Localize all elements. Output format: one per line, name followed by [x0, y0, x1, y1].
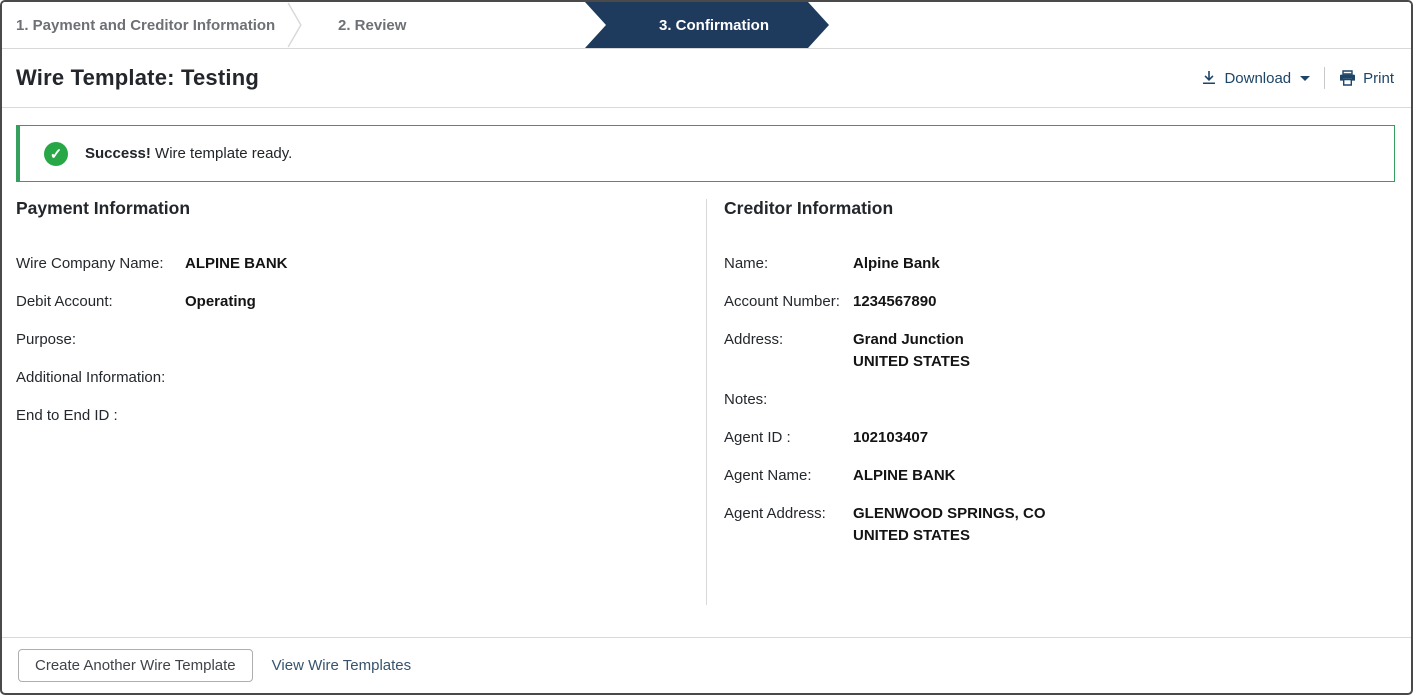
creditor-information-heading: Creditor Information	[724, 198, 894, 218]
field-value-line2: UNITED STATES	[853, 527, 970, 544]
field-purpose: Purpose:	[16, 331, 77, 348]
header-actions: Download Print	[1201, 67, 1394, 89]
field-notes: Notes:	[724, 391, 768, 408]
column-divider	[706, 199, 707, 605]
field-value-line1: GLENWOOD SPRINGS, CO	[853, 505, 1046, 522]
field-agent-address: Agent Address: GLENWOOD SPRINGS, CO UNIT…	[724, 503, 1411, 547]
alert-text: Success! Wire template ready.	[85, 145, 292, 162]
field-value-line2: UNITED STATES	[853, 353, 970, 370]
field-value-line1: Grand Junction	[853, 331, 964, 348]
payment-information-panel: Payment Information Wire Company Name: A…	[2, 182, 706, 637]
alert-title: Success!	[85, 145, 151, 162]
field-wire-company-name: Wire Company Name: ALPINE BANK	[16, 253, 706, 275]
field-agent-id: Agent ID : 102103407	[724, 427, 1411, 449]
step-review[interactable]: 2. Review	[305, 2, 465, 48]
page-header: Wire Template: Testing Download Print	[2, 49, 1411, 108]
field-creditor-name: Name: Alpine Bank	[724, 253, 1411, 275]
footer-actions-bar: Create Another Wire Template View Wire T…	[2, 637, 1411, 693]
field-value: 102103407	[853, 429, 929, 446]
field-value: Operating	[185, 293, 256, 310]
page-title: Wire Template: Testing	[16, 65, 259, 90]
field-value: Alpine Bank	[853, 255, 940, 272]
create-another-wire-template-button[interactable]: Create Another Wire Template	[18, 649, 253, 682]
caret-down-icon	[1300, 75, 1311, 81]
field-additional-information: Additional Information:	[16, 369, 166, 386]
download-label: Download	[1224, 69, 1292, 87]
payment-information-heading: Payment Information	[16, 198, 191, 218]
creditor-information-panel: Creditor Information Name: Alpine Bank A…	[706, 182, 1411, 637]
step-payment-and-creditor-information[interactable]: 1. Payment and Creditor Information	[2, 2, 285, 48]
success-alert: ✓ Success! Wire template ready.	[16, 125, 1395, 182]
print-button[interactable]: Print	[1339, 70, 1394, 87]
wire-template-confirmation-page: 1. Payment and Creditor Information 2. R…	[0, 0, 1413, 695]
view-wire-templates-link[interactable]: View Wire Templates	[272, 657, 412, 674]
download-button[interactable]: Download	[1201, 69, 1311, 87]
field-value: ALPINE BANK	[185, 255, 288, 272]
success-check-icon: ✓	[44, 141, 68, 166]
step-label: 2. Review	[338, 16, 407, 34]
field-value: 1234567890	[853, 293, 937, 310]
step-separator-chevron-icon	[285, 2, 305, 48]
details-section: Payment Information Wire Company Name: A…	[2, 182, 1411, 637]
wizard-steps-bar: 1. Payment and Creditor Information 2. R…	[2, 2, 1411, 49]
field-value: ALPINE BANK	[853, 467, 956, 484]
print-icon	[1340, 70, 1356, 86]
alert-message: Wire template ready.	[155, 145, 293, 162]
step-label: 3. Confirmation	[658, 16, 769, 34]
actions-divider	[1324, 67, 1326, 89]
print-label: Print	[1363, 69, 1394, 87]
step-label: 1. Payment and Creditor Information	[16, 16, 276, 34]
field-end-to-end-id: End to End ID :	[16, 407, 118, 424]
field-agent-name: Agent Name: ALPINE BANK	[724, 465, 1411, 487]
download-icon	[1203, 71, 1216, 84]
field-account-number: Account Number: 1234567890	[724, 291, 1411, 313]
field-debit-account: Debit Account: Operating	[16, 291, 706, 313]
step-confirmation-active: 3. Confirmation	[585, 2, 829, 48]
field-creditor-address: Address: Grand Junction UNITED STATES	[724, 329, 1411, 373]
